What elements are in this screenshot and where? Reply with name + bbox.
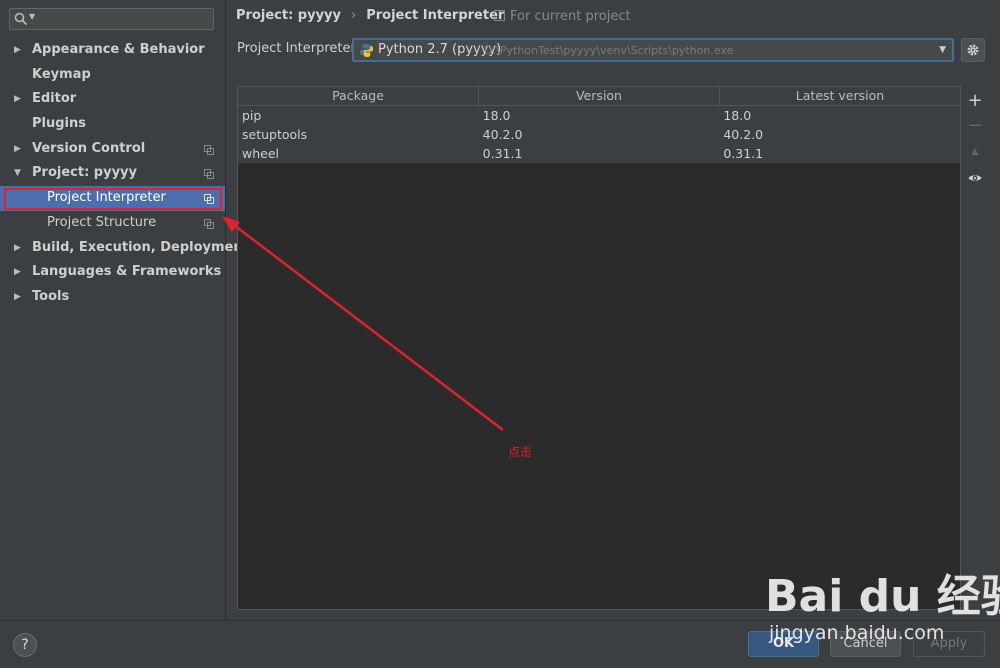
packages-table: Package Version Latest version pip 18.0 …	[237, 86, 961, 610]
package-name: wheel	[242, 146, 279, 161]
column-header-latest-version[interactable]: Latest version	[720, 87, 960, 105]
sidebar-item[interactable]: Project Interpreter	[0, 186, 225, 211]
package-version: 40.2.0	[482, 127, 523, 142]
chevron-right-icon[interactable]: ▶	[14, 137, 21, 162]
project-scope-icon	[494, 10, 505, 21]
package-name: setuptools	[242, 127, 308, 142]
table-row[interactable]: setuptools 40.2.0 40.2.0	[238, 125, 960, 144]
settings-tree: ▶ Appearance & Behavior Keymap ▶ Editor Plugi…	[0, 38, 249, 310]
sidebar-item[interactable]: ▶ Appearance & Behavior	[0, 38, 225, 63]
package-toolbar: + − ▲	[961, 86, 989, 610]
watermark-site: jingyan.baidu.com	[769, 622, 945, 644]
settings-search-input[interactable]: ▼	[9, 8, 214, 30]
project-scope-icon	[204, 194, 214, 205]
table-row[interactable]: pip 18.0 18.0	[238, 106, 960, 125]
breadcrumb-project: Project: pyyyy	[236, 8, 341, 23]
chevron-right-icon[interactable]: ▶	[14, 38, 21, 63]
package-version: 0.31.1	[482, 146, 523, 161]
sidebar-item[interactable]: ▶ Languages & Frameworks	[0, 260, 225, 285]
interpreter-name: Python 2.7 (pyyyy)	[378, 42, 502, 57]
chevron-down-icon[interactable]: ▼	[939, 45, 946, 55]
package-latest-version: 40.2.0	[723, 127, 764, 142]
sidebar-item[interactable]: ▶ Version Control	[0, 137, 225, 162]
sidebar-item[interactable]: Keymap	[0, 63, 225, 88]
sidebar-item-label: Build, Execution, Deployment	[32, 239, 249, 255]
package-latest-version: 0.31.1	[723, 146, 764, 161]
eye-icon	[968, 175, 982, 181]
sidebar-item-label: Project Interpreter	[47, 190, 166, 206]
sidebar-item[interactable]: ▼ Project: pyyyy	[0, 161, 225, 186]
sidebar-item[interactable]: ▶ Editor	[0, 87, 225, 112]
chevron-right-icon[interactable]: ▶	[14, 236, 21, 261]
gear-icon	[967, 44, 979, 56]
sidebar-item-label: Project Structure	[47, 214, 157, 230]
page-title: Project Interpreter	[366, 8, 505, 23]
interpreter-select[interactable]: Python 2.7 (pyyyy) D:\PythonTest\pyyyy\v…	[352, 38, 954, 62]
interpreter-settings-button[interactable]	[961, 38, 985, 62]
column-header-version[interactable]: Version	[479, 87, 720, 105]
sidebar-item-label: Appearance & Behavior	[32, 42, 205, 57]
chevron-right-icon[interactable]: ▶	[14, 285, 21, 310]
sidebar-item-label: Plugins	[32, 116, 86, 132]
interpreter-path: D:\PythonTest\pyyyy\venv\Scripts\python.…	[484, 44, 734, 57]
annotation-label: 点击	[508, 445, 533, 459]
chevron-right-icon[interactable]: ▶	[14, 87, 21, 112]
sidebar-item-label: Tools	[32, 288, 70, 304]
sidebar-item-label: Editor	[32, 91, 77, 107]
remove-package-button[interactable]: −	[967, 117, 983, 135]
sidebar-item[interactable]: ▶ Build, Execution, Deployment	[0, 236, 249, 261]
sidebar-item[interactable]: Project Structure	[0, 211, 225, 236]
show-early-releases-button[interactable]	[967, 170, 983, 186]
interpreter-label: Project Interpreter:	[237, 41, 361, 56]
sidebar-item-label: Project: pyyyy	[32, 165, 137, 181]
package-name: pip	[242, 108, 262, 123]
watermark-brand: Bai du 经验	[765, 571, 1000, 622]
add-package-button[interactable]: +	[967, 92, 983, 110]
help-button[interactable]: ?	[13, 633, 37, 657]
project-scope-icon	[204, 144, 214, 155]
sidebar-item-label: Languages & Frameworks	[32, 264, 222, 280]
breadcrumb: Project: pyyyy › Project Interpreter	[236, 8, 504, 26]
search-options-chevron-down-icon[interactable]: ▼	[29, 12, 35, 21]
table-header: Package Version Latest version	[238, 87, 960, 106]
scope-label: For current project	[510, 9, 631, 24]
sidebar-item[interactable]: Plugins	[0, 112, 225, 137]
upgrade-package-button[interactable]: ▲	[967, 144, 983, 160]
scope-note: For current project	[494, 9, 631, 24]
python-icon	[359, 43, 374, 58]
breadcrumb-separator: ›	[351, 8, 357, 23]
sidebar-item-label: Version Control	[32, 140, 146, 156]
sidebar-item-label: Keymap	[32, 66, 91, 82]
column-header-package[interactable]: Package	[238, 87, 479, 105]
package-latest-version: 18.0	[723, 108, 752, 123]
settings-sidebar: ▼ ▶ Appearance & Behavior Keymap ▶ Editor Plu…	[0, 0, 249, 620]
project-scope-icon	[204, 218, 214, 229]
project-scope-icon	[204, 169, 214, 180]
sidebar-item[interactable]: ▶ Tools	[0, 285, 225, 310]
chevron-down-icon[interactable]: ▼	[14, 161, 21, 186]
search-icon	[14, 12, 28, 26]
chevron-right-icon[interactable]: ▶	[14, 260, 21, 285]
table-row[interactable]: wheel 0.31.1 0.31.1	[238, 144, 960, 163]
package-version: 18.0	[482, 108, 511, 123]
